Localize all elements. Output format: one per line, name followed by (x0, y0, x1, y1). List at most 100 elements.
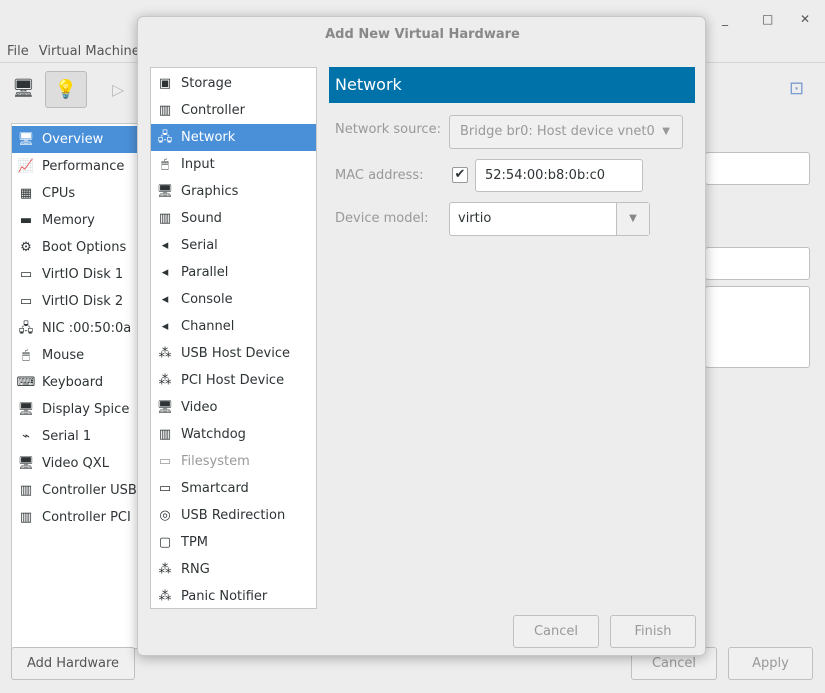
list-item[interactable]: ⁂ RNG (151, 556, 316, 583)
list-item[interactable]: 🖥 Video (151, 394, 316, 421)
details-view-button[interactable]: 💡 (45, 71, 87, 108)
card-icon: ▥ (158, 426, 172, 442)
maximize-button[interactable]: □ (762, 12, 773, 26)
dialog-cancel-button[interactable]: Cancel (513, 615, 599, 648)
device-type-list[interactable]: ▣ Storage ▥ Controller 🖧 Network 🖱 Input 🖥 Graphi… (150, 67, 317, 609)
list-item-label: Controller (181, 103, 245, 118)
list-item[interactable]: ◂ Console (151, 286, 316, 313)
list-item-label: Panic Notifier (181, 589, 268, 604)
list-item[interactable]: ▥ Sound (151, 205, 316, 232)
chip-icon: ▢ (158, 534, 172, 550)
list-item-label: Mouse (42, 348, 85, 363)
list-item[interactable]: 🖱 Mouse (12, 342, 137, 369)
list-item[interactable]: ⚙ Boot Options (12, 234, 137, 261)
list-item-label: PCI Host Device (181, 373, 285, 388)
mouse-icon: 🖱 (22, 347, 30, 363)
section-header: Network (329, 67, 695, 103)
list-item-label: USB Redirection (181, 508, 286, 523)
list-item-label: USB Host Device (181, 346, 291, 361)
list-item[interactable]: 🖧 NIC :00:50:0a (12, 315, 137, 342)
list-item[interactable]: ▥ Controller (151, 97, 316, 124)
run-button[interactable]: ▷ (112, 80, 124, 99)
list-item[interactable]: ⁂ Panic Notifier (151, 583, 316, 610)
detail-entry[interactable] (705, 247, 810, 280)
list-item[interactable]: ⌁ Serial 1 (12, 423, 137, 450)
list-item[interactable]: ▥ Controller PCI (12, 504, 137, 531)
list-item[interactable]: ▥ Watchdog (151, 421, 316, 448)
list-item[interactable]: 📈 Performance (12, 153, 137, 180)
list-item[interactable]: 🖥 Overview (12, 126, 137, 153)
list-item-label: RNG (181, 562, 210, 577)
list-item[interactable]: ▭ Filesystem (151, 448, 316, 475)
list-item[interactable]: ▥ Controller USB (12, 477, 137, 504)
list-item-label: Channel (181, 319, 235, 334)
mac-checkbox[interactable]: ✔ (452, 167, 468, 183)
card-icon: ▥ (158, 210, 172, 226)
detail-entry[interactable] (705, 152, 810, 185)
list-item-label: Parallel (181, 265, 229, 280)
list-item-label: Input (181, 157, 215, 172)
device-model-combo[interactable]: virtio ▼ (449, 202, 650, 236)
list-item-label: Video QXL (42, 456, 109, 471)
usb-redir-icon: ◎ (159, 507, 171, 523)
close-button[interactable]: ✕ (800, 12, 810, 26)
network-source-dropdown[interactable]: Bridge br0: Host device vnet0 ▼ (449, 115, 683, 149)
hardware-list[interactable]: 🖥 Overview 📈 Performance ▦ CPUs ▬ Memory ⚙ Boot O… (11, 123, 138, 649)
device-model-label: Device model: (335, 211, 429, 226)
storage-icon: ▣ (158, 75, 172, 91)
mac-label: MAC address: (335, 168, 424, 183)
add-hardware-button[interactable]: Add Hardware (11, 647, 135, 680)
menu-virtual-machine[interactable]: Virtual Machine (39, 44, 140, 59)
list-item[interactable]: ⁂ PCI Host Device (151, 367, 316, 394)
fullscreen-button[interactable]: ⊡ (789, 78, 804, 99)
list-item[interactable]: 🖥 Graphics (151, 178, 316, 205)
list-item-label: Smartcard (181, 481, 249, 496)
minimize-button[interactable]: _ (722, 12, 728, 26)
chart-icon: 📈 (17, 158, 35, 174)
list-item-label: VirtIO Disk 1 (42, 267, 124, 282)
mac-input[interactable]: 52:54:00:b8:0b:c0 (475, 159, 643, 192)
monitor-icon: 🖥 (156, 399, 174, 415)
list-item-label: Graphics (181, 184, 239, 199)
apply-button[interactable]: Apply (728, 647, 813, 680)
list-item[interactable]: ▦ CPUs (12, 180, 137, 207)
monitor-icon: 🖥 (17, 131, 35, 147)
disk-icon: ▭ (19, 266, 33, 282)
list-item[interactable]: 🖱 Input (151, 151, 316, 178)
list-item-label: Console (181, 292, 233, 307)
list-item[interactable]: ◂ Parallel (151, 259, 316, 286)
list-item[interactable]: ▭ VirtIO Disk 2 (12, 288, 137, 315)
list-item-label: Serial 1 (42, 429, 92, 444)
list-item-label: Display Spice (42, 402, 130, 417)
plug-icon: ◂ (161, 237, 169, 253)
smartcard-icon: ▭ (158, 480, 172, 496)
list-item[interactable]: ⌨ Keyboard (12, 369, 137, 396)
list-item[interactable]: ▭ VirtIO Disk 1 (12, 261, 137, 288)
list-item[interactable]: 🖥 Video QXL (12, 450, 137, 477)
card-icon: ▥ (19, 509, 33, 525)
plug-icon: ◂ (161, 264, 169, 280)
list-item[interactable]: 🖥 Display Spice (12, 396, 137, 423)
usb-icon: ⁂ (158, 345, 172, 361)
list-item[interactable]: ▢ TPM (151, 529, 316, 556)
list-item[interactable]: ▣ Storage (151, 70, 316, 97)
finish-button[interactable]: Finish (610, 615, 696, 648)
list-item[interactable]: ◎ USB Redirection (151, 502, 316, 529)
list-item[interactable]: 🖧 Network (151, 124, 316, 151)
network-icon: 🖧 (18, 320, 34, 336)
list-item-label: Watchdog (181, 427, 246, 442)
list-item[interactable]: ◂ Channel (151, 313, 316, 340)
menu-file[interactable]: File (7, 44, 29, 59)
list-item-label: Video (181, 400, 218, 415)
console-view-button[interactable]: 🖥 (12, 78, 35, 99)
list-item[interactable]: ⁂ USB Host Device (151, 340, 316, 367)
list-item-label: Boot Options (42, 240, 127, 255)
chevron-down-icon[interactable]: ▼ (616, 203, 649, 235)
list-item-label: TPM (181, 535, 208, 550)
list-item[interactable]: ▭ Smartcard (151, 475, 316, 502)
list-item[interactable]: ◂ Serial (151, 232, 316, 259)
add-hardware-dialog: Add New Virtual Hardware ▣ Storage ▥ Contro… (137, 16, 706, 656)
list-item[interactable]: ▬ Memory (12, 207, 137, 234)
memory-icon: ▬ (19, 212, 33, 228)
detail-textarea[interactable] (705, 286, 810, 368)
